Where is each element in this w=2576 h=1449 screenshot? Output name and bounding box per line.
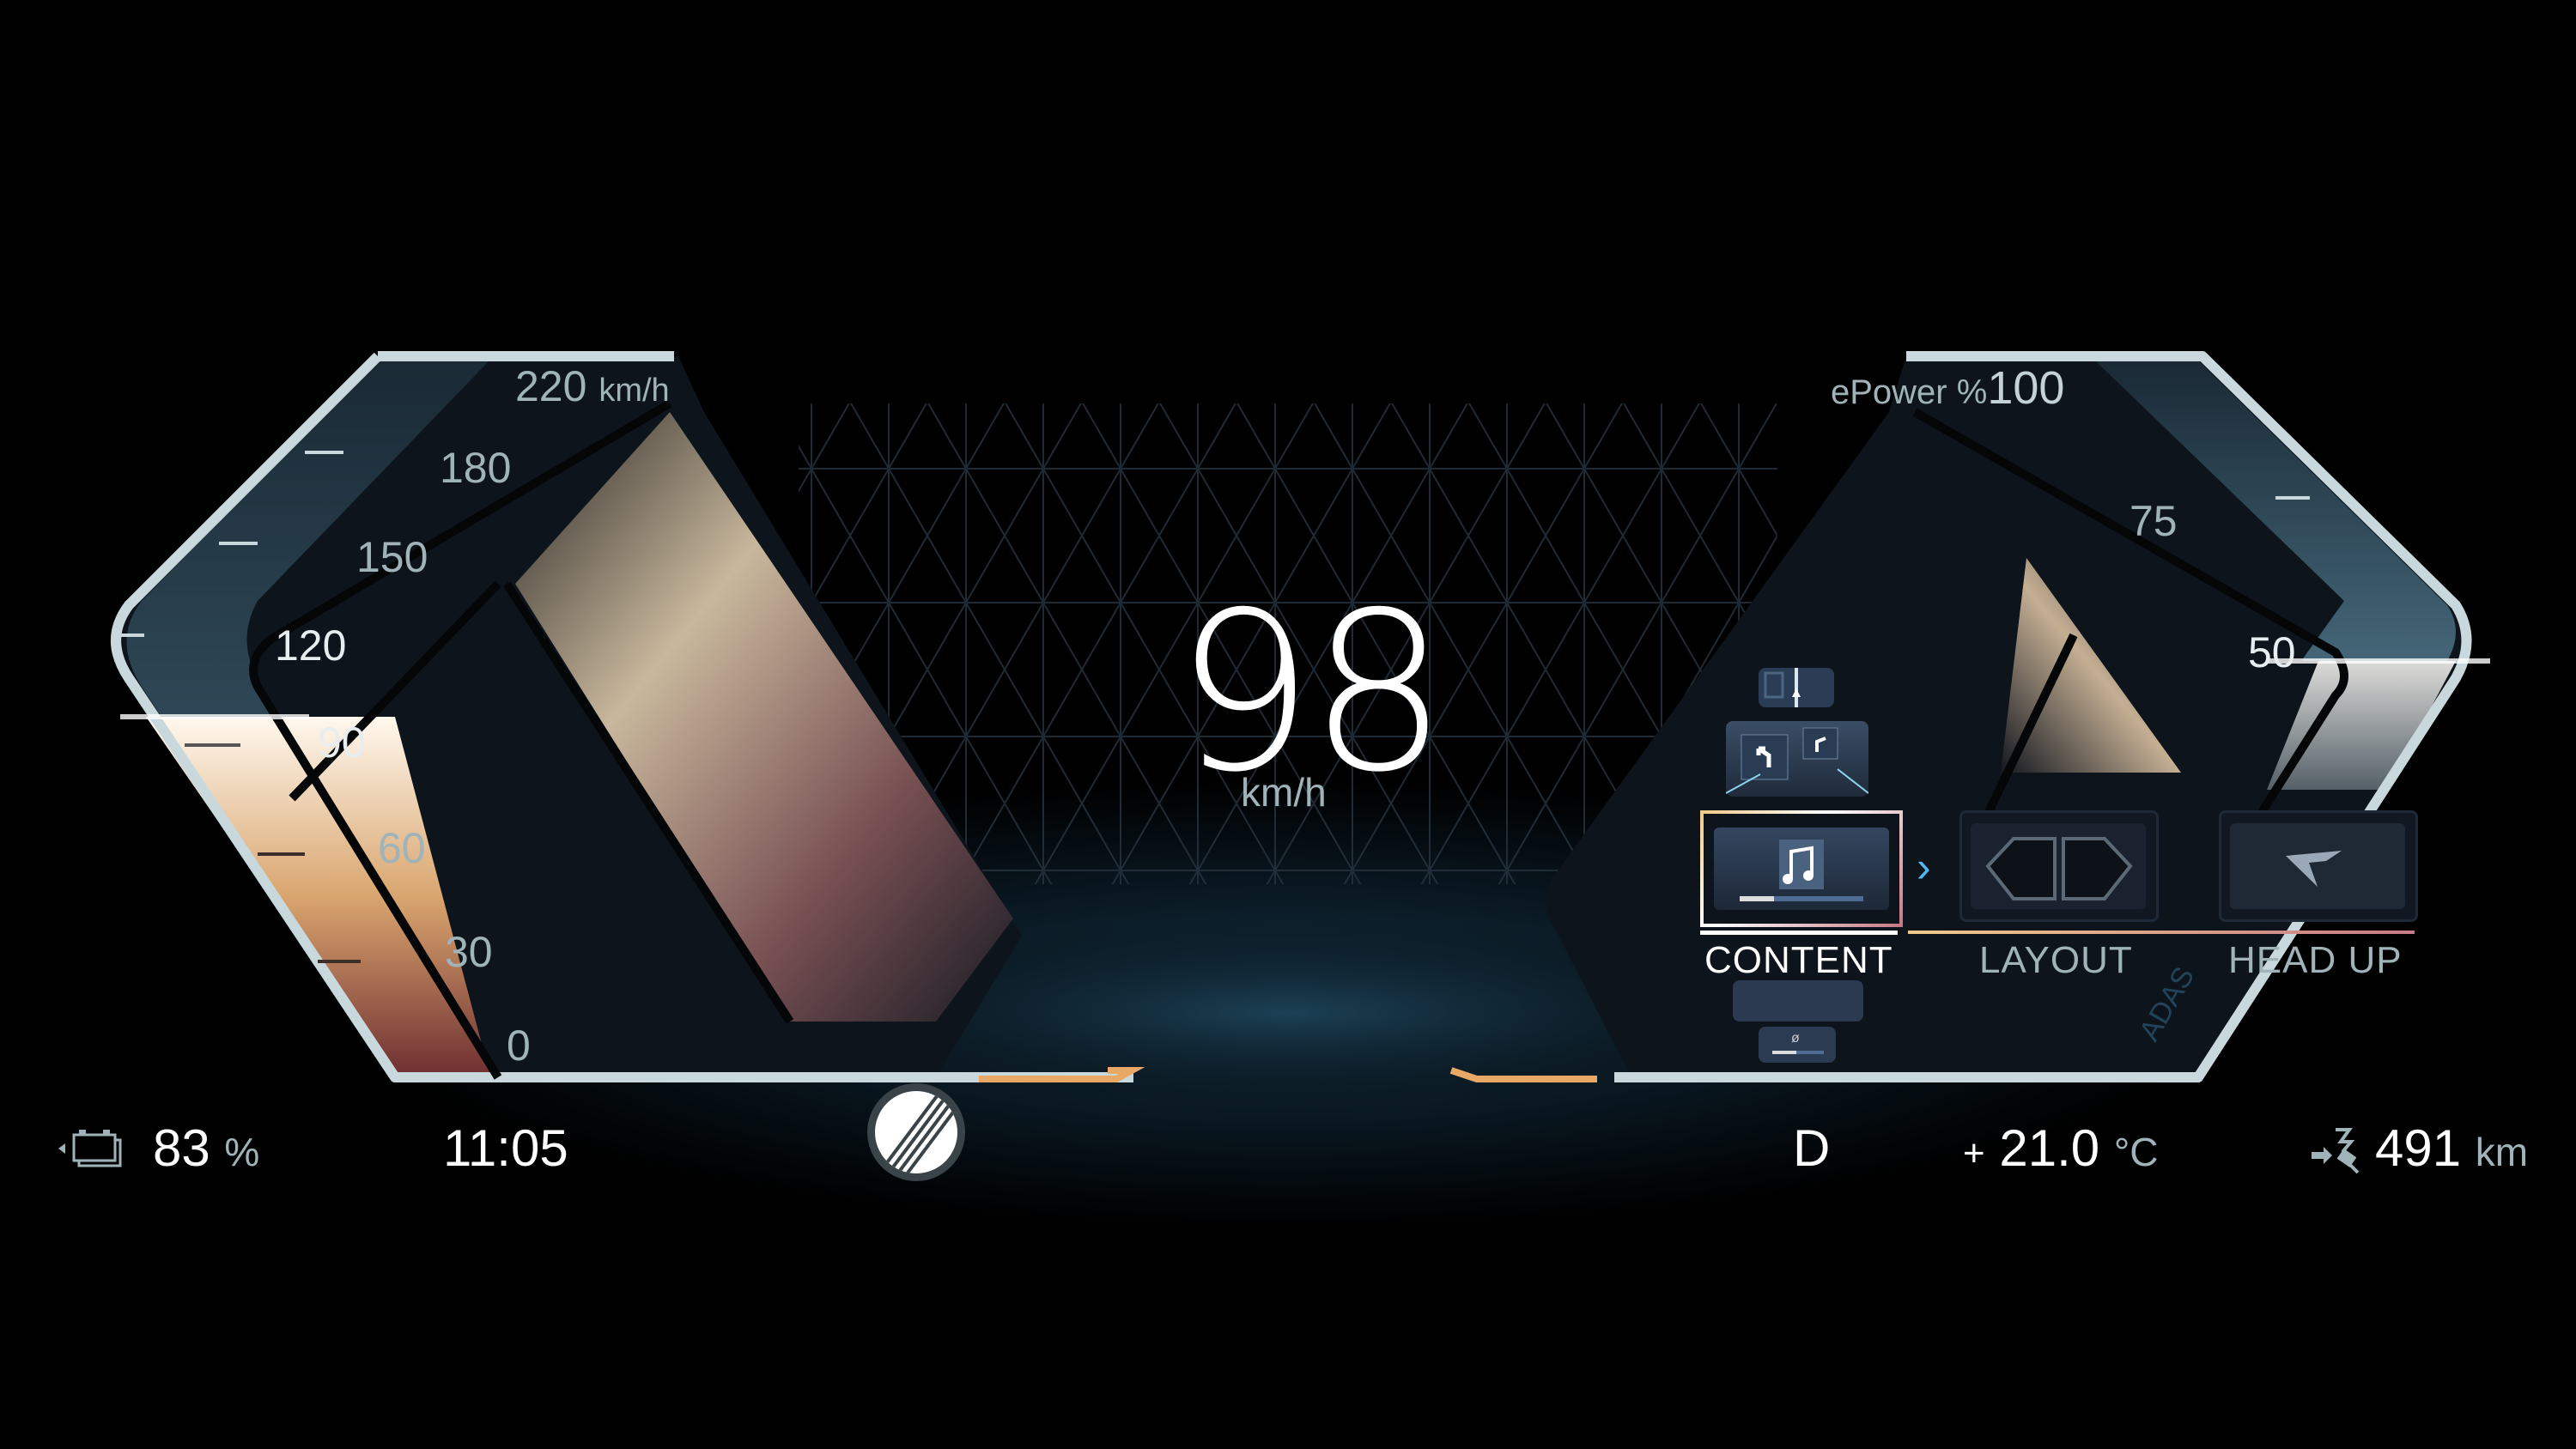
range-value: 491 (2375, 1119, 2462, 1177)
map-thumbnail[interactable] (1759, 668, 1834, 707)
menu-item-head-up[interactable] (2219, 810, 2418, 922)
charging-plug-icon (2310, 1126, 2366, 1174)
menu-label-content[interactable]: CONTENT (1704, 942, 1893, 979)
music-note-icon (1740, 840, 1863, 901)
speed-tick-120: 120 (275, 621, 347, 670)
outside-temperature: + 21.0 °C (1963, 1123, 2158, 1174)
temp-unit: °C (2113, 1130, 2159, 1174)
speed-tick-30: 30 (445, 928, 493, 976)
menu-active-underline (1700, 931, 1898, 935)
content-thumbnail (1714, 828, 1889, 910)
svg-text:ø: ø (1791, 1031, 1800, 1046)
speed-max-value: 220 (515, 362, 587, 410)
menu-label-head-up[interactable]: HEAD UP (2228, 942, 2403, 979)
audio-slider-icon: ø (1772, 1031, 1824, 1054)
speed-tick-90: 90 (318, 718, 366, 767)
temp-sign: + (1963, 1132, 1985, 1174)
power-tick-75: 75 (2129, 497, 2178, 545)
speed-tick-180: 180 (440, 444, 512, 492)
current-speed-unit: km/h (1241, 770, 1327, 815)
range-unit: km (2475, 1130, 2529, 1174)
speed-tick-0: 0 (507, 1022, 531, 1070)
battery-icon (55, 1126, 141, 1169)
battery-level: 83 % (153, 1123, 259, 1174)
speed-tick-60: 60 (378, 824, 426, 872)
power-max-value: 100 (1987, 362, 2065, 414)
instrument-cluster: ADAS 220 km/h 180 150 120 90 60 30 0 ePo… (0, 0, 2576, 1449)
menu-track-line (1908, 931, 2415, 934)
temp-value: 21.0 (1999, 1119, 2100, 1177)
menu-label-layout[interactable]: LAYOUT (1979, 942, 2133, 979)
battery-percent-unit: % (224, 1130, 260, 1174)
remaining-range: 491 km (2375, 1123, 2528, 1174)
head-up-icon (2230, 823, 2405, 909)
speed-max-label: 220 km/h (515, 365, 670, 408)
speed-max-unit: km/h (598, 373, 670, 409)
speed-tick-150: 150 (356, 533, 428, 581)
pattern-thumbnail[interactable] (1733, 980, 1863, 1022)
power-label: ePower % (1831, 373, 1988, 411)
navigation-thumbnail[interactable] (1725, 721, 1869, 797)
power-max-label: ePower %100 (1831, 365, 2064, 411)
menu-item-layout[interactable] (1959, 810, 2159, 922)
nav-arrows-icon (1725, 727, 1869, 794)
power-tick-50: 50 (2248, 628, 2296, 676)
map-icon (1764, 668, 1801, 707)
battery-percent-value: 83 (153, 1119, 210, 1177)
gear-indicator: D (1793, 1119, 1831, 1177)
layout-icon (1971, 823, 2146, 909)
menu-item-content[interactable] (1700, 810, 1903, 927)
audio-thumbnail[interactable]: ø (1759, 1027, 1836, 1063)
clock: 11:05 (443, 1119, 568, 1177)
end-of-speed-limit-icon (867, 1083, 965, 1181)
menu-chevron-right-icon[interactable]: › (1917, 846, 1931, 888)
